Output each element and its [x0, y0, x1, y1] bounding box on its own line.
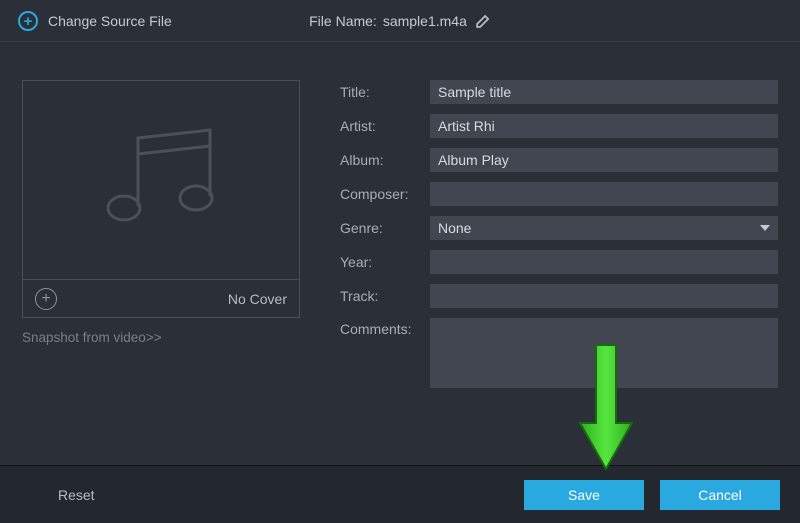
cover-art-placeholder	[22, 80, 300, 280]
snapshot-from-video-link[interactable]: Snapshot from video>>	[22, 330, 300, 345]
save-button[interactable]: Save	[524, 480, 644, 510]
track-input[interactable]	[430, 284, 778, 308]
file-name-label: File Name:	[309, 13, 377, 29]
artist-input[interactable]	[430, 114, 778, 138]
album-input[interactable]	[430, 148, 778, 172]
file-name-value: sample1.m4a	[383, 13, 467, 29]
year-label: Year:	[340, 254, 430, 270]
artist-label: Artist:	[340, 118, 430, 134]
comments-label: Comments:	[340, 318, 430, 337]
bottom-toolbar: Reset Save Cancel	[0, 465, 800, 523]
cover-column: + No Cover Snapshot from video>>	[22, 80, 300, 398]
main-body: + No Cover Snapshot from video>> Title: …	[0, 42, 800, 398]
title-label: Title:	[340, 84, 430, 100]
year-input[interactable]	[430, 250, 778, 274]
composer-input[interactable]	[430, 182, 778, 206]
track-label: Track:	[340, 288, 430, 304]
cancel-button[interactable]: Cancel	[660, 480, 780, 510]
comments-input[interactable]	[430, 318, 778, 388]
cover-toolbar: + No Cover	[22, 280, 300, 318]
title-input[interactable]	[430, 80, 778, 104]
genre-label: Genre:	[340, 220, 430, 236]
edit-filename-icon[interactable]	[475, 13, 491, 29]
no-cover-label: No Cover	[228, 291, 287, 307]
album-label: Album:	[340, 152, 430, 168]
reset-button[interactable]: Reset	[48, 481, 105, 509]
change-source-plus-icon[interactable]: +	[18, 11, 38, 31]
music-note-icon	[86, 120, 236, 240]
change-source-file-button[interactable]: Change Source File	[48, 13, 172, 29]
file-name-display: File Name: sample1.m4a	[309, 13, 491, 29]
composer-label: Composer:	[340, 186, 430, 202]
add-cover-icon[interactable]: +	[35, 288, 57, 310]
top-bar: + Change Source File File Name: sample1.…	[0, 0, 800, 42]
metadata-form: Title: Artist: Album: Composer: Genre: Y…	[340, 80, 778, 398]
genre-select[interactable]	[430, 216, 778, 240]
